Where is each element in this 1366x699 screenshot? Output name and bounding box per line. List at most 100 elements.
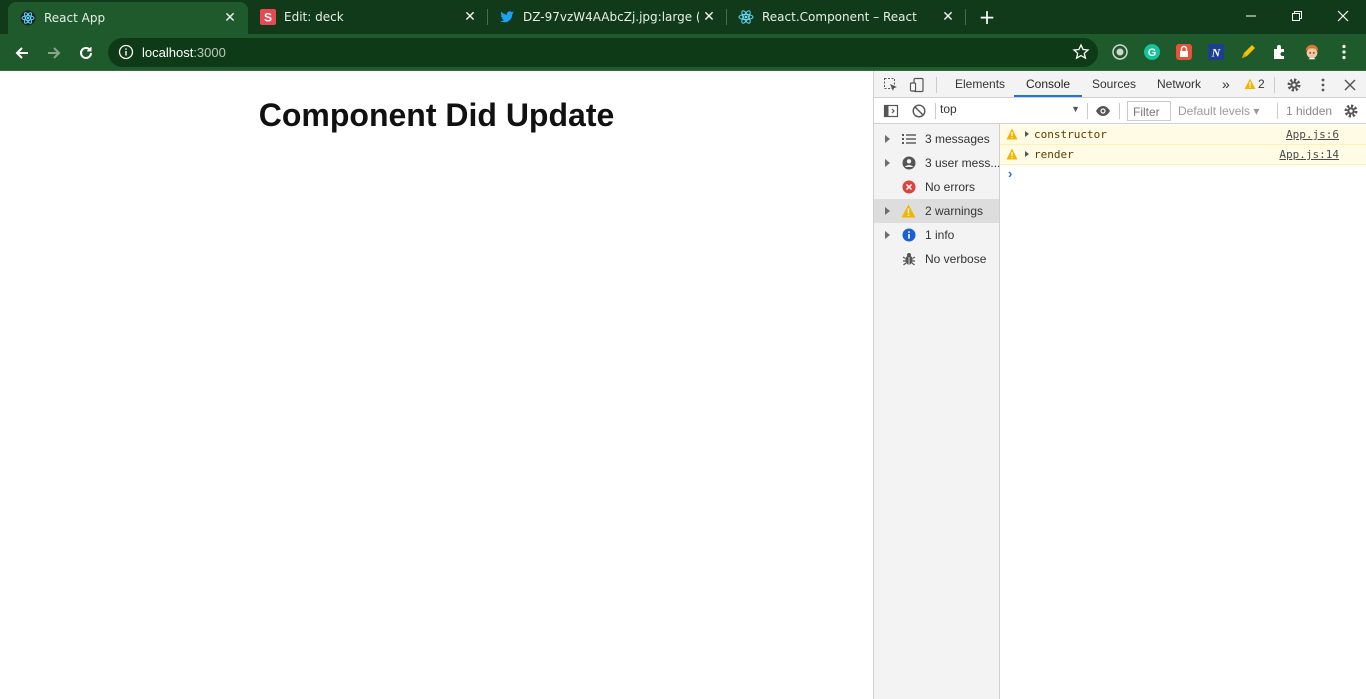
device-toolbar-icon[interactable] (908, 76, 925, 93)
tab-sources[interactable]: Sources (1092, 71, 1136, 97)
tab-title: DZ-97vzW4AAbcZj.jpg:large (167 (523, 10, 699, 24)
new-tab-button[interactable]: + (976, 6, 998, 28)
settings-gear-icon[interactable] (1285, 76, 1302, 93)
sidebar-item-user-messages[interactable]: 3 user mess... (874, 151, 1001, 175)
error-icon (901, 179, 916, 194)
close-devtools-icon[interactable] (1341, 76, 1358, 93)
clear-console-icon[interactable] (910, 102, 927, 119)
forward-icon[interactable] (41, 40, 67, 66)
tab-react-app[interactable]: React App ✕ (8, 2, 248, 34)
console-toolbar: top ▼ Filter Default levels ▾ 1 hidden (874, 98, 1366, 124)
devtools-tab-bar: Elements Console Sources Network » 2 (874, 71, 1366, 98)
expand-arrow-icon[interactable] (885, 231, 890, 239)
bookmark-star-icon[interactable] (1072, 43, 1090, 61)
divider (1277, 103, 1278, 119)
restore-icon[interactable] (1274, 0, 1320, 32)
grammarly-icon[interactable]: G (1143, 43, 1161, 61)
dropdown-arrow-icon: ▼ (1071, 104, 1080, 114)
close-tab-icon[interactable]: ✕ (938, 7, 958, 27)
log-levels-dropdown[interactable]: Default levels ▾ (1178, 104, 1259, 118)
message-text: constructor (1034, 128, 1107, 141)
hidden-count: 1 hidden (1286, 104, 1333, 118)
kebab-menu-icon[interactable] (1314, 76, 1331, 93)
svg-text:S: S (264, 11, 272, 25)
info-icon (901, 227, 916, 242)
tab-console[interactable]: Console (1014, 71, 1083, 97)
reload-icon[interactable] (73, 40, 99, 66)
console-message[interactable]: render App.js:14 (1000, 145, 1366, 165)
divider (935, 103, 936, 119)
close-tab-icon[interactable]: ✕ (460, 7, 480, 27)
tab-react-component[interactable]: React.Component – React ✕ (726, 0, 966, 34)
extension-record-icon[interactable] (1111, 43, 1129, 61)
tab-edit-deck[interactable]: S Edit: deck ✕ (248, 0, 488, 34)
expand-arrow-icon[interactable] (885, 207, 890, 215)
sidebar-item-verbose[interactable]: No verbose (874, 247, 999, 271)
filter-input[interactable]: Filter (1127, 101, 1171, 121)
sidebar-item-label: 1 info (925, 228, 955, 242)
slides-s-icon: S (260, 9, 276, 25)
tab-title: React App (44, 11, 106, 25)
pencil-icon[interactable] (1239, 43, 1257, 61)
tab-elements[interactable]: Elements (955, 71, 1005, 97)
expand-arrow-icon[interactable] (1025, 151, 1029, 157)
tab-title: Edit: deck (284, 10, 344, 24)
divider (1119, 103, 1120, 119)
avatar[interactable] (1303, 43, 1321, 61)
close-tab-icon[interactable]: ✕ (699, 7, 719, 27)
extension-n-icon[interactable]: N (1207, 43, 1225, 61)
back-icon[interactable] (9, 40, 35, 66)
react-icon (20, 10, 36, 26)
expand-arrow-icon[interactable] (885, 135, 890, 143)
close-tab-icon[interactable]: ✕ (220, 8, 240, 28)
tab-separator (965, 9, 966, 25)
inspect-element-icon[interactable] (882, 76, 899, 93)
sidebar-item-messages[interactable]: 3 messages (874, 127, 999, 151)
tab-network[interactable]: Network (1157, 71, 1201, 97)
extensions-puzzle-icon[interactable] (1271, 43, 1289, 61)
list-icon (901, 131, 916, 146)
url-host: localhost (142, 45, 194, 60)
sidebar-item-label: 3 messages (925, 132, 990, 146)
tab-twitter-image[interactable]: DZ-97vzW4AAbcZj.jpg:large (167 ✕ (487, 0, 727, 34)
address-bar[interactable]: localhost:3000 (108, 38, 1098, 67)
tab-title: React.Component – React (762, 10, 917, 24)
sidebar-item-label: 3 user mess... (925, 156, 1001, 170)
svg-text:N: N (1211, 46, 1222, 60)
divider (1274, 77, 1275, 93)
info-icon[interactable] (118, 44, 134, 60)
extension-lock-icon[interactable] (1175, 43, 1193, 61)
console-message[interactable]: constructor App.js:6 (1000, 125, 1366, 145)
sidebar-item-label: No verbose (925, 252, 987, 266)
url-text: localhost:3000 (142, 45, 226, 60)
console-sidebar: 3 messages 3 user mess... No errors 2 wa… (874, 124, 1000, 699)
sidebar-toggle-icon[interactable] (882, 102, 899, 119)
more-tabs-button[interactable]: » (1222, 71, 1230, 97)
browser-menu-icon[interactable] (1335, 43, 1353, 61)
message-text: render (1034, 148, 1074, 161)
warning-counter[interactable]: 2 (1244, 71, 1265, 97)
console-settings-gear-icon[interactable] (1342, 102, 1359, 119)
source-link[interactable]: App.js:14 (1279, 148, 1339, 161)
react-icon (738, 9, 754, 25)
sidebar-item-label: No errors (925, 180, 976, 194)
minimize-icon[interactable] (1228, 0, 1274, 32)
page-heading: Component Did Update (258, 97, 615, 133)
sidebar-item-info[interactable]: 1 info (874, 223, 999, 247)
warning-icon (1244, 78, 1256, 89)
console-prompt[interactable]: › (1008, 166, 1012, 181)
close-icon[interactable] (1320, 0, 1366, 32)
live-expression-eye-icon[interactable] (1094, 102, 1111, 119)
source-link[interactable]: App.js:6 (1286, 128, 1339, 141)
expand-arrow-icon[interactable] (885, 159, 890, 167)
browser-toolbar: localhost:3000 G N (0, 34, 1366, 71)
sidebar-item-label: 2 warnings (925, 204, 984, 218)
sidebar-item-errors[interactable]: No errors (874, 175, 999, 199)
divider (1087, 103, 1088, 119)
warning-icon (1006, 128, 1018, 140)
sidebar-item-warnings[interactable]: 2 warnings (874, 199, 999, 223)
bug-icon (901, 251, 916, 266)
context-select[interactable]: top ▼ (940, 102, 1080, 120)
console-output: constructor App.js:6 render App.js:14 › (1000, 124, 1366, 699)
expand-arrow-icon[interactable] (1025, 131, 1029, 137)
